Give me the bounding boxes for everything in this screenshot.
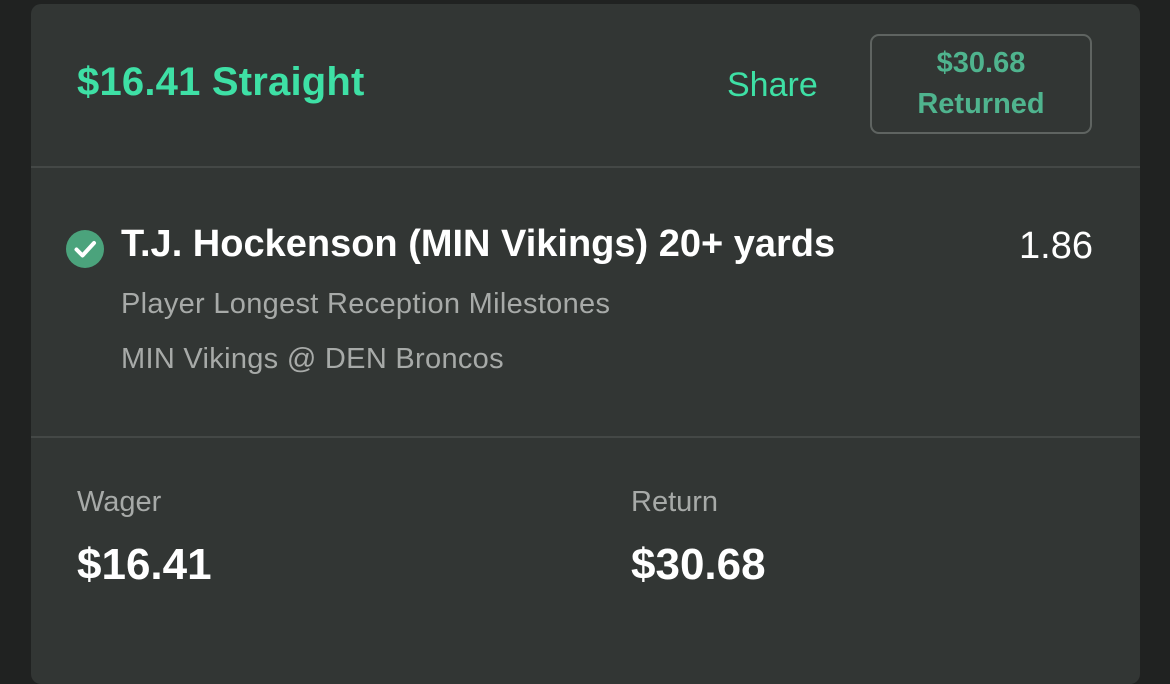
returned-badge: $30.68 Returned bbox=[870, 34, 1092, 134]
check-circle-icon bbox=[66, 230, 104, 268]
wager-value: $16.41 bbox=[77, 540, 212, 589]
returned-amount: $30.68 bbox=[936, 47, 1026, 79]
summary-divider bbox=[31, 436, 1140, 438]
bet-selection: T.J. Hockenson (MIN Vikings) 20+ yards 1… bbox=[31, 168, 1140, 436]
event-matchup: MIN Vikings @ DEN Broncos bbox=[121, 343, 504, 375]
bet-card-header: $16.41 Straight Share $30.68 Returned bbox=[31, 4, 1140, 166]
selection-name: T.J. Hockenson (MIN Vikings) 20+ yards bbox=[121, 223, 836, 265]
return-label: Return bbox=[631, 486, 719, 518]
share-button[interactable]: Share bbox=[727, 66, 818, 105]
returned-label: Returned bbox=[917, 88, 1045, 120]
bet-title: $16.41 Straight bbox=[77, 60, 365, 104]
wager-label: Wager bbox=[77, 486, 162, 518]
market-name: Player Longest Reception Milestones bbox=[121, 288, 611, 320]
bet-card: $16.41 Straight Share $30.68 Returned T.… bbox=[31, 4, 1140, 684]
selection-odds: 1.86 bbox=[1019, 225, 1093, 267]
return-value: $30.68 bbox=[631, 540, 766, 589]
